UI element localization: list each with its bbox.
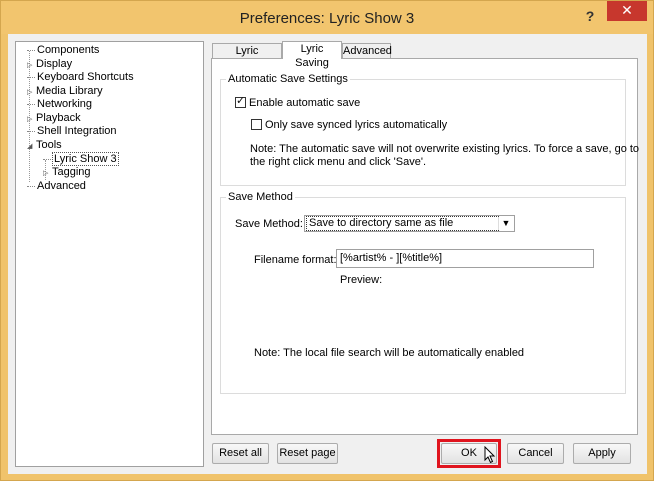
tree-item-label: Shell Integration bbox=[37, 125, 117, 137]
tree-item-tools[interactable]: ◢ Tools bbox=[27, 139, 62, 152]
preferences-window: Preferences: Lyric Show 3 ? ✕ Components… bbox=[0, 0, 654, 481]
tab-advanced[interactable]: Advanced bbox=[342, 43, 392, 58]
preferences-tree[interactable]: Components ▷ Display Keyboard Shortcuts ▷… bbox=[15, 41, 204, 467]
window-title: Preferences: Lyric Show 3 bbox=[239, 10, 415, 27]
tab-lyric-saving[interactable]: Lyric Saving bbox=[282, 41, 342, 69]
title-bar: Preferences: Lyric Show 3 ? ✕ bbox=[1, 1, 653, 34]
reset-page-button[interactable]: Reset page bbox=[277, 443, 338, 464]
group-title: Save Method bbox=[226, 191, 295, 203]
local-search-note: Note: The local file search will be auto… bbox=[254, 347, 525, 359]
checkbox-label: Enable automatic save bbox=[249, 97, 361, 109]
tree-item-label: Display bbox=[36, 58, 73, 70]
chevron-down-icon[interactable]: ▼ bbox=[498, 217, 513, 230]
auto-save-note-line-2: the right click menu and click 'Save'. bbox=[250, 156, 426, 168]
tree-item-label: Advanced bbox=[37, 180, 86, 192]
filename-format-input[interactable]: [%artist% - ][%title%] bbox=[336, 249, 594, 268]
tab-panel-lyric-saving: Automatic Save Settings Enable automatic… bbox=[211, 58, 639, 435]
tree-item-label: Media Library bbox=[36, 85, 103, 97]
tab-lyric-searching[interactable]: Lyric Searching bbox=[212, 43, 282, 71]
help-button[interactable]: ? bbox=[578, 5, 602, 27]
tree-item-playback[interactable]: ▷ Playback bbox=[27, 112, 81, 125]
expand-arrow-icon[interactable]: ▷ bbox=[43, 167, 52, 180]
tree-item-label: Keyboard Shortcuts bbox=[37, 71, 134, 83]
tree-item-display[interactable]: ▷ Display bbox=[27, 58, 72, 71]
tree-item-label: Playback bbox=[36, 112, 81, 124]
tree-item-components[interactable]: Components bbox=[27, 44, 99, 57]
save-method-label: Save Method: bbox=[235, 218, 303, 230]
tree-item-label: Components bbox=[37, 44, 100, 56]
tree-item-keyboard-shortcuts[interactable]: Keyboard Shortcuts bbox=[27, 71, 134, 84]
automatic-save-group: Automatic Save Settings Enable automatic… bbox=[220, 73, 639, 186]
tree-item-lyric-show-3[interactable]: Lyric Show 3 bbox=[43, 152, 119, 166]
tree-item-networking[interactable]: Networking bbox=[27, 98, 92, 111]
filename-format-label: Filename format: bbox=[254, 254, 337, 266]
checkbox-label: Only save synced lyrics automatically bbox=[265, 119, 448, 131]
tree-item-label: Tagging bbox=[52, 166, 91, 178]
save-method-dropdown[interactable]: Save to directory same as file ▼ bbox=[304, 215, 515, 232]
save-method-value: Save to directory same as file bbox=[306, 216, 499, 231]
auto-save-note-line-1: Note: The automatic save will not overwr… bbox=[250, 143, 640, 155]
reset-all-button[interactable]: Reset all bbox=[212, 443, 269, 464]
cancel-button[interactable]: Cancel bbox=[507, 443, 564, 464]
tree-item-tagging[interactable]: ▷ Tagging bbox=[43, 166, 91, 179]
checkbox-checked-icon bbox=[235, 95, 246, 108]
mouse-cursor-icon bbox=[484, 446, 496, 464]
tree-item-label: Networking bbox=[37, 98, 93, 110]
group-title: Automatic Save Settings bbox=[226, 73, 350, 85]
preview-label: Preview: bbox=[340, 274, 383, 286]
tree-item-advanced[interactable]: Advanced bbox=[27, 180, 86, 193]
tree-item-shell-integration[interactable]: Shell Integration bbox=[27, 125, 117, 138]
dialog-body: Components ▷ Display Keyboard Shortcuts ▷… bbox=[8, 34, 647, 474]
enable-automatic-save-checkbox[interactable]: Enable automatic save bbox=[235, 95, 361, 110]
save-method-group: Save Method Save Method: Save to directo… bbox=[220, 191, 626, 394]
tree-item-label: Lyric Show 3 bbox=[52, 152, 119, 166]
tree-item-label: Tools bbox=[36, 139, 62, 151]
checkbox-unchecked-icon bbox=[251, 119, 262, 130]
collapse-arrow-icon[interactable]: ◢ bbox=[27, 140, 36, 153]
tree-item-media-library[interactable]: ▷ Media Library bbox=[27, 85, 103, 98]
apply-button[interactable]: Apply bbox=[573, 443, 631, 464]
only-synced-lyrics-checkbox[interactable]: Only save synced lyrics automatically bbox=[251, 119, 447, 132]
close-button[interactable]: ✕ bbox=[607, 1, 647, 21]
